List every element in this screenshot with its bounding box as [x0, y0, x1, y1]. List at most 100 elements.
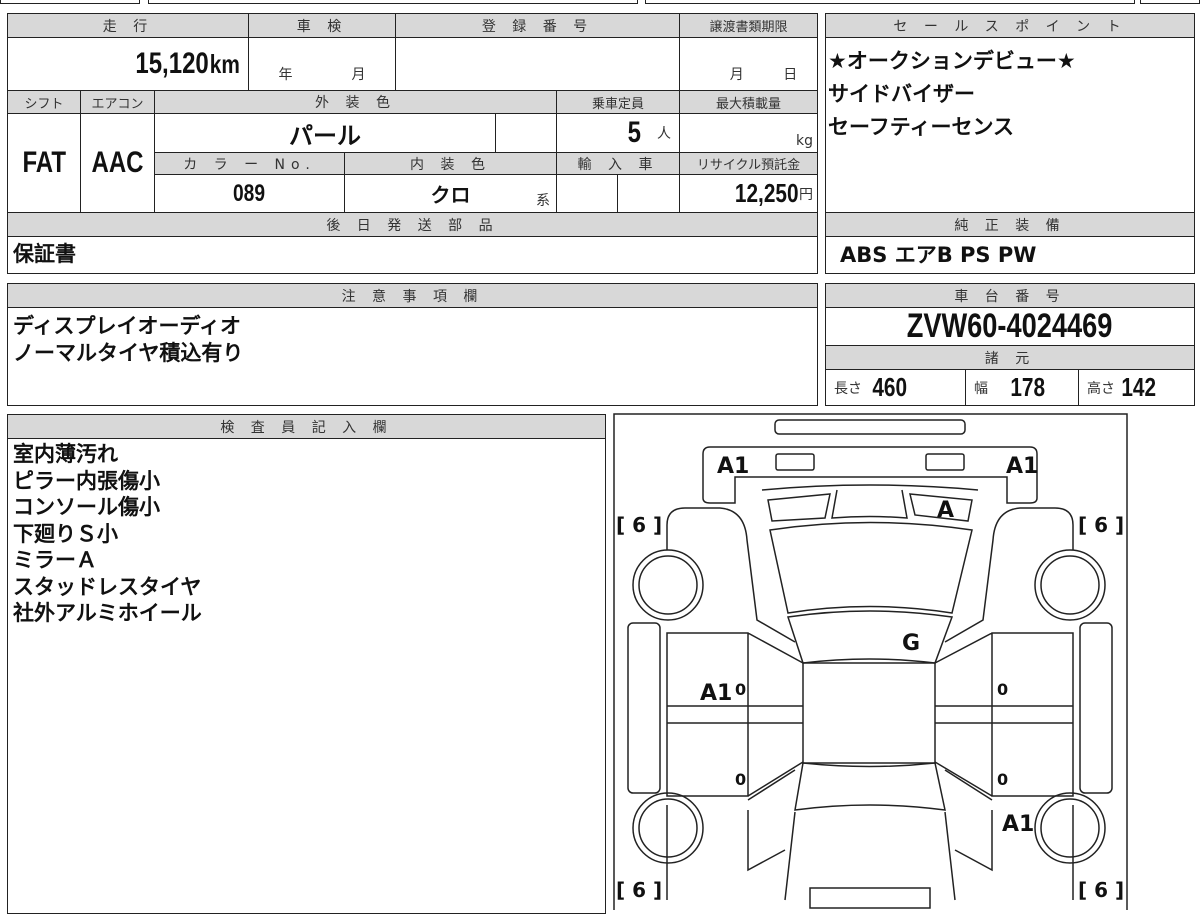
mark-rear-right: A1 — [1006, 454, 1038, 479]
recycle-fee-value: 12,250 円 — [679, 174, 818, 213]
registration-value — [395, 37, 680, 91]
inspector-item: 社外アルミホイール — [13, 601, 202, 625]
mark-door-rf: 0 — [997, 680, 1008, 699]
mileage-label: 走 行 — [7, 13, 249, 38]
top-strip-box — [148, 0, 638, 4]
mark-left-door: A1 — [700, 681, 732, 706]
later-parts-value: 保証書 — [13, 242, 76, 266]
left-step — [627, 622, 661, 794]
transfer-deadline-label: 譲渡書類期限 — [679, 13, 818, 38]
rear-glass-center — [831, 489, 908, 519]
sales-point-item: セーフティーセンス — [828, 115, 1015, 139]
tread-fr: [ 6 ] — [1078, 878, 1124, 902]
top-strip-box — [0, 0, 140, 4]
rear-fenders — [666, 507, 1074, 643]
color-no-value: 089 — [154, 174, 345, 213]
notes-list: ディスプレイオーディオ ノーマルタイヤ積込有り — [13, 313, 243, 367]
rear-spoiler — [774, 419, 966, 435]
hood-upper — [794, 762, 946, 811]
genuine-equipment-value: ABS エアB PS PW — [840, 243, 1037, 267]
rear-lamp-right — [925, 453, 965, 471]
interior-color-value: クロ 系 — [344, 174, 557, 213]
mark-door-lf: 0 — [735, 680, 746, 699]
height-value: 142 — [1121, 372, 1157, 402]
top-strip-box — [645, 0, 1135, 4]
inspection-month: 月 — [351, 67, 366, 83]
interior-color-text: クロ — [430, 183, 471, 207]
mileage-value: 15,120 km — [7, 37, 249, 91]
later-parts-label: 後 日 発 送 部 品 — [7, 212, 818, 237]
top-strip-box — [1140, 0, 1200, 4]
width-value: 178 — [1010, 372, 1046, 402]
notes-label: 注 意 事 項 欄 — [7, 283, 818, 308]
chassis-value: ZVW60-4024469 — [825, 307, 1195, 346]
chassis-number: ZVW60-4024469 — [907, 307, 1113, 345]
inspection-value: 年月 — [248, 37, 396, 91]
diagram-frame — [613, 413, 1128, 910]
inspection-year: 年 — [278, 67, 293, 83]
mark-rear-left: A1 — [717, 454, 749, 479]
import-label: 輸 入 車 — [556, 152, 680, 175]
cabin — [802, 662, 936, 764]
deadline-month: 月 — [729, 67, 744, 83]
mark-roof: G — [902, 631, 920, 656]
capacity-unit: 人 — [657, 126, 671, 142]
sales-point-item: サイドバイザー — [828, 82, 975, 106]
inspector-label: 検 査 員 記 入 欄 — [7, 414, 606, 439]
capacity-label: 乗車定員 — [556, 90, 680, 114]
roof — [787, 610, 954, 664]
mileage-number: 15,120 — [135, 47, 209, 80]
mark-door-lr: 0 — [735, 770, 746, 789]
exterior-color-label: 外 装 色 — [154, 90, 557, 114]
aircon-label: エアコン — [80, 90, 155, 114]
capacity-value: 5人 — [556, 113, 680, 153]
genuine-equipment-label: 純 正 装 備 — [825, 212, 1195, 237]
interior-color-label: 内 装 色 — [344, 152, 557, 175]
registration-label: 登 録 番 号 — [395, 13, 680, 38]
rear-bumper — [702, 446, 1038, 504]
length-label: 長さ — [834, 380, 862, 397]
front-grille — [809, 887, 931, 909]
deadline-day: 日 — [783, 67, 798, 83]
trunk — [769, 521, 973, 614]
recycle-fee-label: リサイクル預託金 — [679, 152, 818, 175]
exterior-color-extra — [495, 113, 557, 153]
import-value-1 — [556, 174, 618, 213]
max-load-unit: kg — [796, 133, 813, 149]
specs-label: 諸 元 — [825, 345, 1195, 370]
capacity-number: 5 — [627, 116, 642, 149]
spec-width: 幅 178 — [965, 369, 1079, 406]
mark-door-rr: 0 — [997, 770, 1008, 789]
note-item: ディスプレイオーディオ — [13, 314, 242, 338]
inspector-item: 室内薄汚れ — [13, 442, 118, 466]
note-item: ノーマルタイヤ積込有り — [13, 341, 244, 365]
shift-value: FAT — [7, 113, 81, 213]
tread-rr: [ 6 ] — [1078, 513, 1124, 537]
hood-sides — [784, 811, 956, 901]
inspector-item: コンソール傷小 — [13, 495, 160, 519]
rear-trim — [761, 484, 979, 491]
interior-color-suffix: 系 — [536, 193, 550, 209]
sales-points-list: ★オークションデビュー★ サイドバイザー セーフティーセンス — [828, 45, 1076, 144]
rear-glass-left — [767, 493, 831, 522]
spec-height: 高さ 142 — [1078, 369, 1195, 406]
import-value-2 — [617, 174, 680, 213]
mileage-unit: km — [210, 48, 241, 79]
recycle-fee-number: 12,250 — [735, 178, 799, 208]
tread-rl: [ 6 ] — [616, 513, 662, 537]
car-damage-diagram: A1 A1 A G A1 A1 0 0 0 0 [ 6 ] [ 6 ] [ 6 … — [613, 413, 1128, 910]
spec-length: 長さ 460 — [825, 369, 966, 406]
sales-points-label: セ ー ル ス ポ イ ン ト — [825, 13, 1195, 38]
chassis-label: 車 台 番 号 — [825, 283, 1195, 308]
recycle-fee-unit: 円 — [799, 186, 813, 203]
shift-text: FAT — [22, 146, 66, 179]
sales-point-item: ★オークションデビュー★ — [828, 49, 1076, 73]
length-value: 460 — [872, 372, 908, 402]
inspector-item: 下廻りＳ小 — [13, 521, 118, 546]
aircon-value: AAC — [80, 113, 155, 213]
height-label: 高さ — [1087, 380, 1115, 397]
color-no-label: カ ラ ー No. — [154, 152, 345, 175]
tread-fl: [ 6 ] — [616, 878, 662, 902]
inspection-label: 車 検 — [248, 13, 396, 38]
max-load-value: kg — [679, 113, 818, 153]
